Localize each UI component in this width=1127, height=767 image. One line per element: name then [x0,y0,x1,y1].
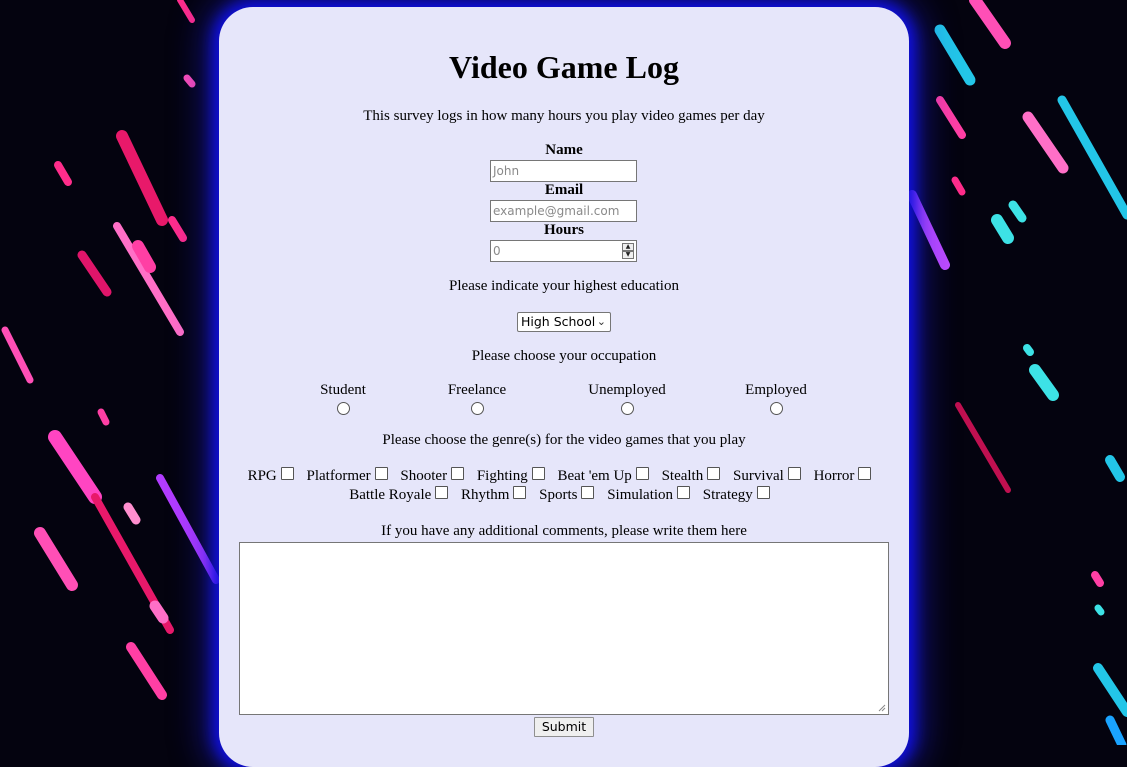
genre-prompt: Please choose the genre(s) for the video… [382,432,746,448]
occupation-radio-freelance[interactable] [470,402,484,415]
survey-description: This survey logs in how many hours you p… [363,108,765,124]
occupation-label: Student [320,382,366,398]
spin-down-icon[interactable]: ▼ [622,251,634,259]
hours-stepper[interactable]: ▲ ▼ [622,243,634,259]
genre-label: Sports [539,487,578,503]
genre-checkbox-simulation[interactable] [677,486,691,499]
occupation-option-employed[interactable]: Employed [716,382,836,415]
genre-checkbox-shooter[interactable] [451,467,465,480]
email-label: Email [544,182,584,198]
name-label: Name [545,142,583,158]
genre-label: Shooter [400,468,448,484]
occupation-label: Freelance [447,382,507,398]
page-title: Video Game Log [449,49,679,85]
genre-checkbox-list: RPG Platformer Shooter Fighting Beat 'em… [239,467,889,505]
genre-label: Horror [813,468,855,484]
occupation-radio-student[interactable] [336,402,350,415]
genre-label: RPG [247,468,277,484]
genre-label: Rhythm [461,487,510,503]
genre-label: Fighting [476,468,528,484]
genre-checkbox-fighting[interactable] [531,467,545,480]
genre-label: Simulation [607,487,674,503]
genre-checkbox-battle-royale[interactable] [435,486,449,499]
occupation-radio-employed[interactable] [769,402,783,415]
name-input[interactable]: John [490,160,637,182]
genre-checkbox-stealth[interactable] [707,467,721,480]
submit-button[interactable]: Submit [534,717,594,737]
comments-prompt: If you have any additional comments, ple… [381,523,747,539]
genre-checkbox-horror[interactable] [858,467,872,480]
genre-label: Beat 'em Up [557,468,632,484]
genre-label: Survival [732,468,784,484]
genre-checkbox-sports[interactable] [581,486,595,499]
education-prompt: Please indicate your highest education [449,278,679,294]
occupation-label: Employed [745,382,807,398]
occupation-radio-unemployed[interactable] [620,402,634,415]
email-input[interactable]: example@gmail.com [490,200,637,222]
hours-value: 0 [493,244,501,258]
genre-label: Strategy [702,487,753,503]
occupation-prompt: Please choose your occupation [471,348,657,364]
education-selected-value: High School [521,314,596,329]
occupation-label: Unemployed [588,382,666,398]
comments-textarea[interactable] [239,542,889,715]
genre-label: Battle Royale [349,487,432,503]
genre-checkbox-strategy[interactable] [756,486,770,499]
occupation-option-freelance[interactable]: Freelance [417,382,537,415]
genre-checkbox-beat-em-up[interactable] [635,467,649,480]
survey-card: Video Game Log This survey logs in how m… [219,7,909,767]
genre-checkbox-survival[interactable] [787,467,801,480]
hours-number-input[interactable]: 0 ▲ ▼ [490,240,637,262]
genre-checkbox-platformer[interactable] [374,467,388,480]
genre-label: Stealth [661,468,704,484]
occupation-option-unemployed[interactable]: Unemployed [567,382,687,415]
occupation-option-student[interactable]: Student [283,382,403,415]
hours-label: Hours [543,222,584,238]
education-select[interactable]: High School ⌄ [517,312,611,332]
genre-checkbox-rhythm[interactable] [513,486,527,499]
genre-label: Platformer [306,468,371,484]
resize-grip-icon[interactable] [878,704,886,712]
spin-up-icon[interactable]: ▲ [622,243,634,251]
chevron-down-icon: ⌄ [596,315,606,328]
genre-checkbox-rpg[interactable] [280,467,294,480]
